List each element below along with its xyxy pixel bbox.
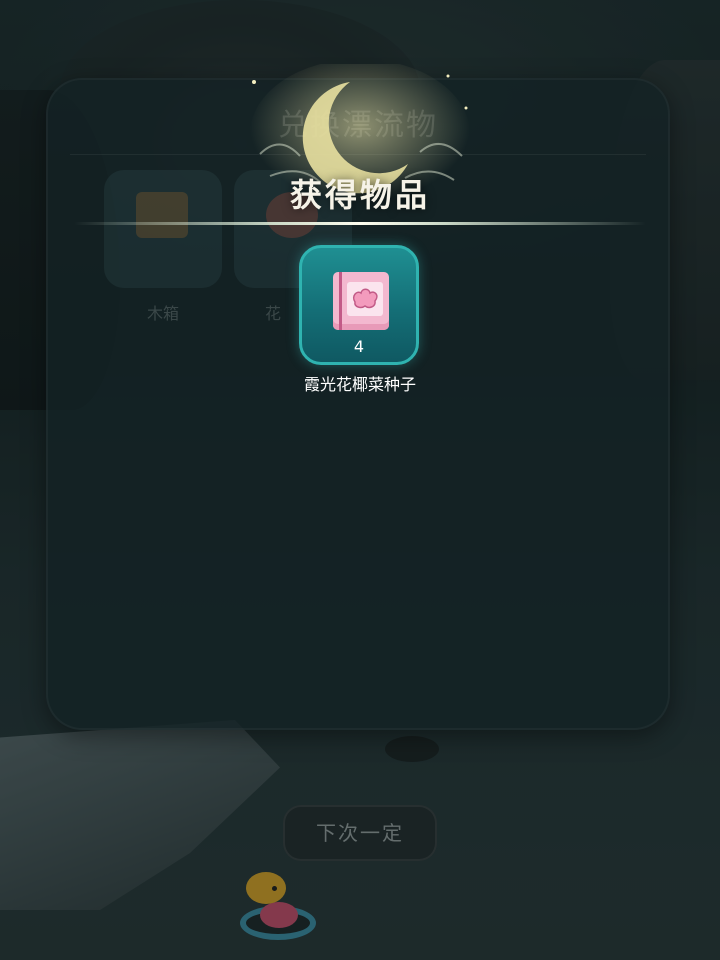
reward-item-name: 霞光花椰菜种子 <box>303 375 416 394</box>
seed-pack-icon <box>333 272 389 330</box>
reward-item-card[interactable]: 4 <box>299 245 419 365</box>
next-time-button[interactable]: 下次一定 <box>283 805 437 861</box>
exchange-item-label: 木箱 <box>146 304 179 323</box>
reward-item-quantity: 4 <box>353 337 365 356</box>
dialog-title: 获得物品 <box>289 176 430 214</box>
cauliflower-icon <box>352 288 378 309</box>
title-divider <box>74 222 646 225</box>
